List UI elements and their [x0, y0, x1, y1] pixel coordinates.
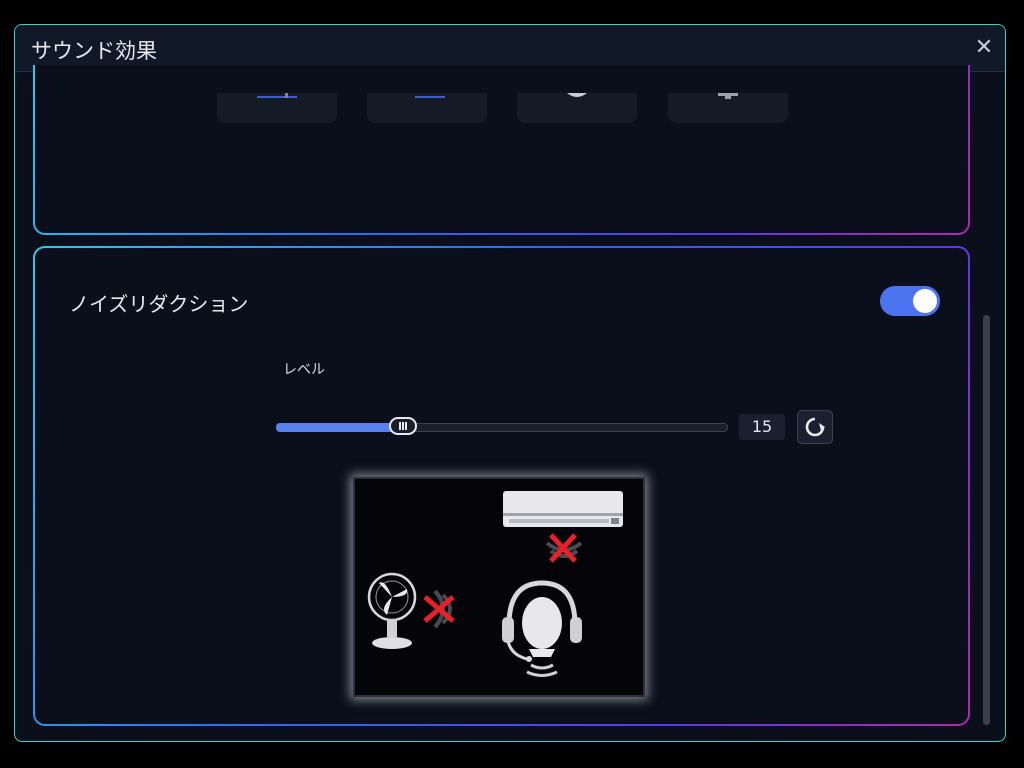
level-label: レベル: [283, 362, 325, 378]
level-value[interactable]: 15: [739, 414, 785, 440]
preset-tile[interactable]: [367, 93, 487, 123]
preset-icon: [567, 93, 587, 97]
noise-reduction-label: ノイズリダクション: [69, 292, 249, 316]
blocked-sound-icon: [545, 533, 583, 563]
scrollbar-thumb[interactable]: [983, 315, 990, 725]
preset-tile[interactable]: [217, 93, 337, 123]
preset-icon: [415, 96, 445, 98]
reset-icon: [805, 417, 825, 437]
preset-tile[interactable]: [517, 93, 637, 123]
preset-icon: [257, 93, 297, 98]
noise-reduction-toggle[interactable]: [880, 286, 940, 316]
fan-icon: [367, 572, 417, 649]
blocked-sound-icon: [423, 589, 455, 629]
preset-icon: [718, 93, 738, 99]
window-title: サウンド効果: [31, 39, 157, 63]
preset-tile[interactable]: [668, 93, 788, 123]
slider-fill: [276, 423, 403, 432]
slider-thumb[interactable]: [388, 417, 417, 435]
headset-icon: [502, 580, 582, 677]
reset-button[interactable]: [797, 410, 833, 444]
sound-effects-window: サウンド効果 ✕ ノイズリダクション レベル 15: [14, 24, 1006, 742]
toggle-knob: [913, 289, 937, 313]
air-conditioner-icon: [503, 491, 623, 527]
close-icon: ✕: [974, 35, 994, 60]
noise-reduction-panel: ノイズリダクション レベル 15: [33, 246, 970, 726]
preset-panel: [33, 65, 970, 235]
noise-reduction-illustration: [353, 477, 645, 697]
level-slider[interactable]: [276, 417, 728, 435]
close-button[interactable]: ✕: [969, 33, 999, 63]
